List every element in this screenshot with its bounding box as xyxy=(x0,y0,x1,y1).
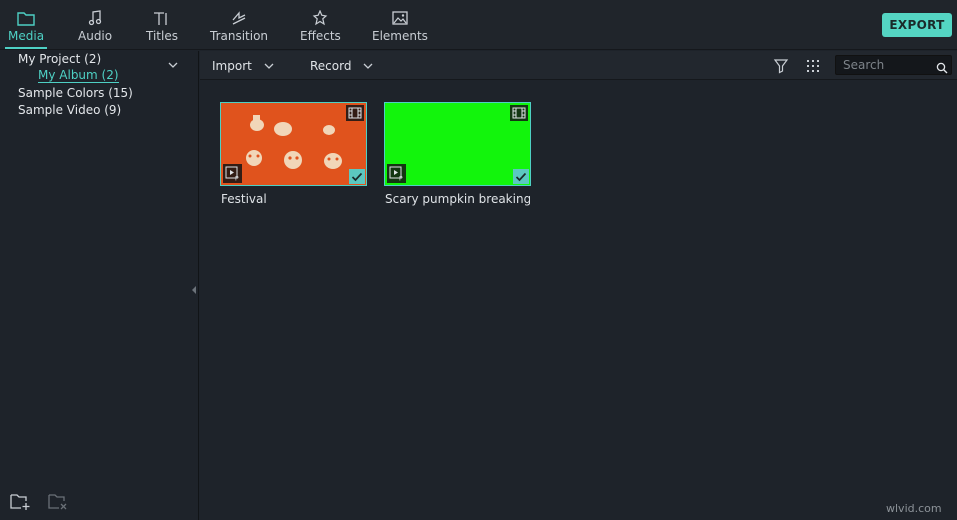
record-label: Record xyxy=(310,58,352,73)
watermark-text: wlvid.com xyxy=(886,502,942,515)
import-label: Import xyxy=(212,58,252,73)
tab-effects[interactable]: Effects xyxy=(300,0,341,50)
svg-text:P: P xyxy=(235,176,239,182)
tree-item-sample-video[interactable]: Sample Video (9) xyxy=(18,103,121,117)
chevron-down-icon xyxy=(264,63,274,69)
grid-view-icon[interactable] xyxy=(805,58,821,74)
tab-label: Transition xyxy=(210,29,269,43)
tab-media[interactable]: Media xyxy=(4,0,48,50)
checkmark-icon xyxy=(349,169,365,184)
record-dropdown[interactable]: Record xyxy=(310,51,373,80)
music-note-icon xyxy=(84,9,106,27)
tree-item-my-project[interactable]: My Project (2) xyxy=(18,52,101,66)
transition-icon xyxy=(228,9,250,27)
video-play-icon: P xyxy=(387,164,406,183)
tab-label: Titles xyxy=(146,29,178,43)
media-toolbar: Import Record xyxy=(200,51,957,80)
new-folder-icon[interactable] xyxy=(10,491,32,511)
tree-item-sample-colors[interactable]: Sample Colors (15) xyxy=(18,86,133,100)
tab-titles[interactable]: Titles xyxy=(146,0,178,50)
media-thumbnail[interactable]: P xyxy=(220,102,367,186)
svg-text:P: P xyxy=(399,176,403,182)
film-strip-icon xyxy=(346,105,364,121)
delete-folder-icon[interactable] xyxy=(48,491,70,511)
tab-label: Effects xyxy=(300,29,341,43)
tab-transition[interactable]: Transition xyxy=(210,0,268,50)
effects-icon xyxy=(309,9,331,27)
film-strip-icon xyxy=(510,105,528,121)
collapse-panel-handle[interactable] xyxy=(191,280,197,294)
search-icon[interactable] xyxy=(936,59,948,74)
video-play-icon: P xyxy=(223,164,242,183)
search-input[interactable] xyxy=(836,56,934,74)
search-box xyxy=(835,55,952,75)
text-icon xyxy=(151,9,173,27)
checkmark-icon xyxy=(513,169,529,184)
filter-icon[interactable] xyxy=(773,58,789,74)
import-dropdown[interactable]: Import xyxy=(212,51,274,80)
media-title: Festival xyxy=(221,192,267,206)
tree-item-my-album[interactable]: My Album (2) xyxy=(38,69,119,83)
chevron-down-icon xyxy=(364,63,373,69)
export-button[interactable]: EXPORT xyxy=(882,13,952,37)
folder-icon xyxy=(15,9,37,27)
tab-label: Audio xyxy=(78,29,113,43)
media-item-scary-pumpkin[interactable]: P Scary pumpkin breaking s... xyxy=(384,102,531,206)
chevron-down-icon[interactable] xyxy=(167,55,179,68)
tab-label: Media xyxy=(8,29,45,43)
tab-audio[interactable]: Audio xyxy=(78,0,112,50)
festival-pumpkins-image xyxy=(246,115,342,169)
tab-label: Elements xyxy=(372,29,428,43)
media-thumbnail[interactable]: P xyxy=(384,102,531,186)
top-tab-bar: Media Audio Titles Transition Effects El… xyxy=(0,0,957,50)
media-item-festival[interactable]: P Festival xyxy=(220,102,367,206)
tab-elements[interactable]: Elements xyxy=(372,0,428,50)
image-icon xyxy=(389,9,411,27)
media-title: Scary pumpkin breaking s... xyxy=(385,192,530,206)
media-library-panel: My Project (2) My Album (2) Sample Color… xyxy=(0,51,199,520)
media-grid: P Festival P Scary pumpkin breaking s... xyxy=(200,81,957,520)
